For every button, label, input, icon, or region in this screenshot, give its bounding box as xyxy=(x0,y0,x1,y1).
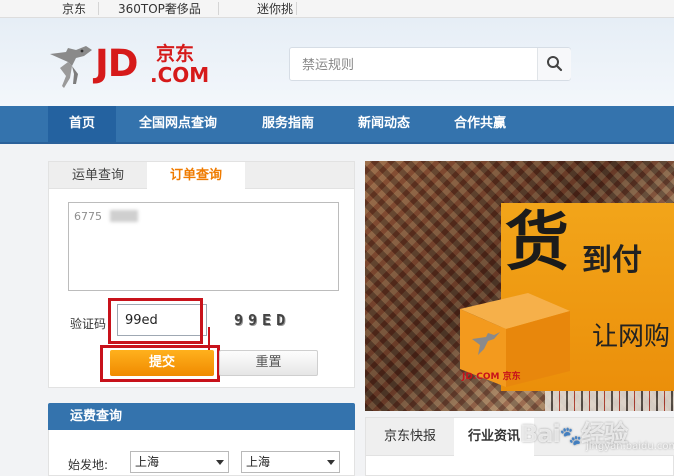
origin-city-select[interactable]: 上海 xyxy=(241,451,340,473)
query-panel: 运单查询 订单查询 6775 验证码 99ED 提交 重置 xyxy=(48,161,355,388)
site-header: JD 京东 .COM xyxy=(0,18,674,106)
main-nav: 首页 全国网点查询 服务指南 新闻动态 合作共赢 xyxy=(0,106,674,144)
nav-cooperation[interactable]: 合作共赢 xyxy=(440,106,520,142)
search-input[interactable] xyxy=(302,56,522,74)
nav-news[interactable]: 新闻动态 xyxy=(344,106,424,142)
promo-big-char: 货 xyxy=(505,206,569,280)
chevron-down-icon xyxy=(216,460,224,465)
logo-jd-text[interactable]: JD xyxy=(95,44,138,84)
origin-city-value: 上海 xyxy=(246,455,271,469)
search-button[interactable] xyxy=(537,48,571,80)
top-links-bar: 京东 360TOP奢侈品 迷你挑 xyxy=(0,0,674,18)
search-box xyxy=(289,47,571,81)
jd-dog-logo-icon[interactable] xyxy=(46,44,96,93)
order-number-textarea[interactable]: 6775 xyxy=(68,202,339,291)
freight-query-body: 始发地: 上海 上海 xyxy=(48,430,355,476)
origin-label: 始发地: xyxy=(68,458,109,472)
watermark-brand: Bai xyxy=(520,420,561,448)
promo-line1: 到付 xyxy=(582,243,642,278)
divider xyxy=(98,2,99,15)
query-tabs: 运单查询 订单查询 xyxy=(49,162,354,190)
chevron-down-icon xyxy=(327,460,335,465)
promo-banner[interactable]: 货 到付 让网购 JD.COM 京东 xyxy=(365,161,674,411)
search-icon xyxy=(547,56,563,72)
promo-line2: 让网购 xyxy=(592,322,671,352)
highlight-box-submit xyxy=(100,345,220,382)
logo-com-text[interactable]: .COM xyxy=(150,64,209,86)
logo-jd-name[interactable]: 京东 xyxy=(156,43,194,65)
top-link-360top[interactable]: 360TOP奢侈品 xyxy=(118,1,201,17)
tab-jd-express-news[interactable]: 京东快报 xyxy=(366,418,454,456)
tab-waybill-query[interactable]: 运单查询 xyxy=(49,162,147,189)
redacted-digits xyxy=(110,210,138,222)
tab-order-query[interactable]: 订单查询 xyxy=(147,162,245,190)
watermark-url: jingyan.baidu.com xyxy=(586,441,674,452)
captcha-label: 验证码 xyxy=(70,317,107,331)
top-link-jd[interactable]: 京东 xyxy=(62,1,86,17)
top-link-mini[interactable]: 迷你挑 xyxy=(257,1,293,17)
origin-province-value: 上海 xyxy=(135,455,160,469)
highlight-box-captcha xyxy=(108,298,203,344)
captcha-image[interactable]: 99ED xyxy=(234,311,290,329)
watermark-paw-icon: 🐾 xyxy=(559,426,582,447)
divider xyxy=(296,2,297,15)
nav-service-guide[interactable]: 服务指南 xyxy=(248,106,328,142)
freight-query-header: 运费查询 xyxy=(48,403,355,430)
jd-package-box-icon: JD.COM 京东 xyxy=(460,293,570,387)
nav-home[interactable]: 首页 xyxy=(48,106,116,142)
origin-province-select[interactable]: 上海 xyxy=(130,451,229,473)
divider xyxy=(218,2,219,15)
reset-button[interactable]: 重置 xyxy=(219,350,318,376)
nav-outlet-query[interactable]: 全国网点查询 xyxy=(126,106,230,142)
svg-text:JD.COM 京东: JD.COM 京东 xyxy=(461,370,521,382)
